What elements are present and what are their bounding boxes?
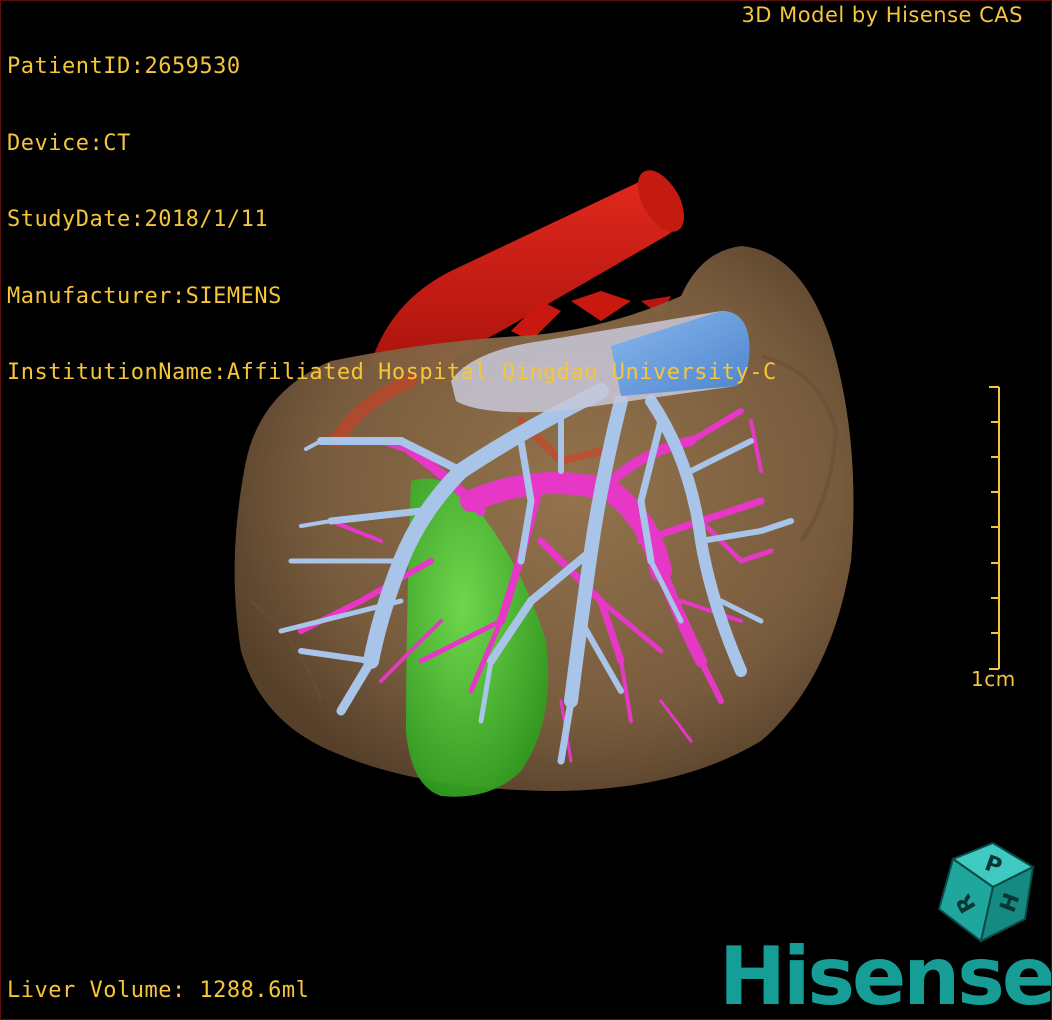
- scale-label: 1cm: [971, 667, 1016, 691]
- study-date-text: StudyDate:2018/1/11: [7, 207, 269, 232]
- patient-id-text: PatientID:2659530: [7, 54, 241, 79]
- scale-bar: [989, 386, 1000, 670]
- hisense-logo: Hisense: [719, 930, 1052, 1020]
- manufacturer-text: Manufacturer:SIEMENS: [7, 283, 282, 309]
- patient-info-overlay: PatientID:2659530 Device:CT StudyDate:20…: [7, 3, 777, 437]
- institution-text: InstitutionName:Affiliated Hospital Qing…: [7, 360, 777, 385]
- model-credit-text: 3D Model by Hisense CAS: [741, 3, 1023, 27]
- liver-volume-text: Liver Volume: 1288.6ml: [7, 978, 310, 1003]
- 3d-viewport[interactable]: PatientID:2659530 Device:CT StudyDate:20…: [0, 0, 1052, 1020]
- device-text: Device:CT: [7, 130, 131, 156]
